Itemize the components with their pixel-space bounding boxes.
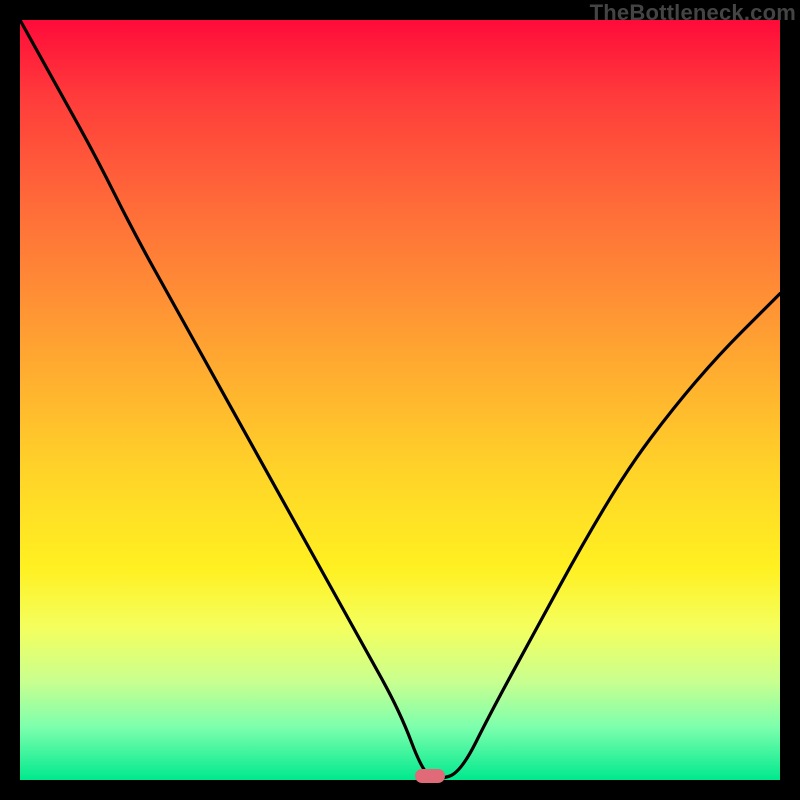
chart-frame: TheBottleneck.com	[0, 0, 800, 800]
optimal-marker	[415, 769, 445, 783]
bottleneck-curve	[20, 20, 780, 780]
curve-path	[20, 20, 780, 778]
watermark-text: TheBottleneck.com	[590, 0, 796, 26]
plot-area	[20, 20, 780, 780]
